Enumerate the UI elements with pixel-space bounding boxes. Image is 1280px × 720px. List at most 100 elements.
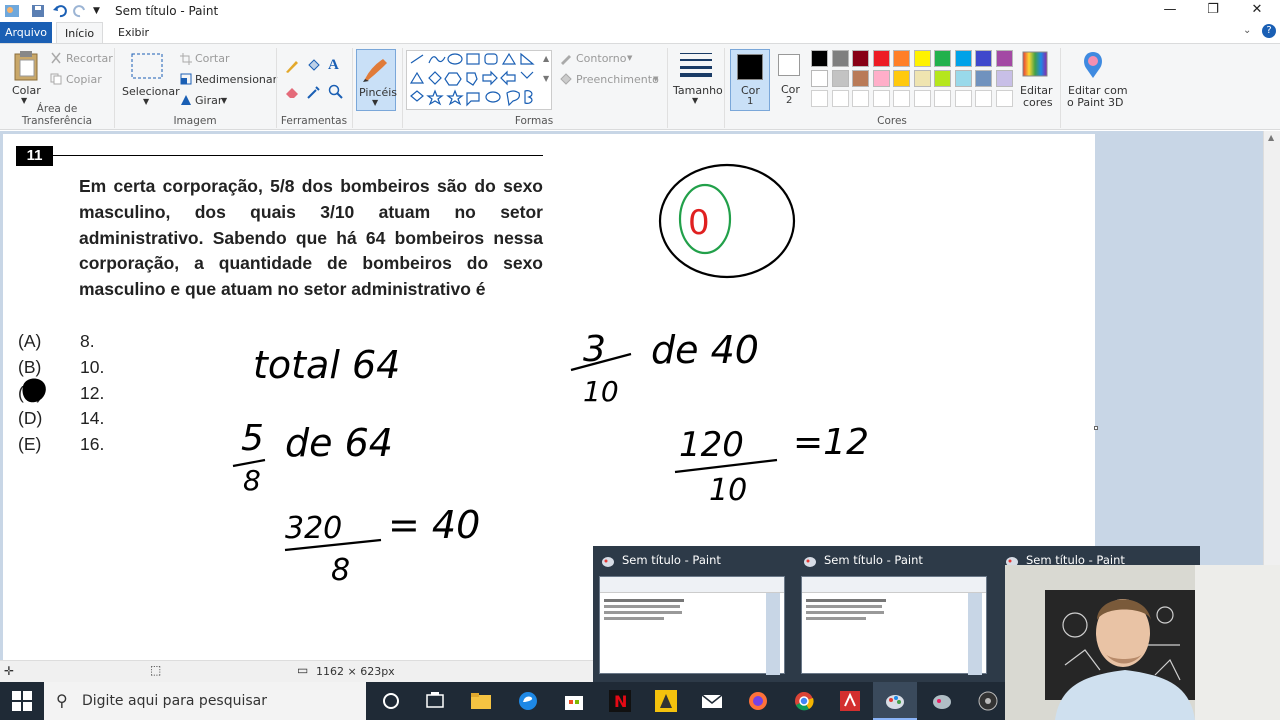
color-picker-icon[interactable] — [306, 84, 322, 103]
edit-colors-label-2[interactable]: cores — [1023, 96, 1053, 109]
palette-color-swatch[interactable] — [831, 70, 849, 87]
thumbnail-preview[interactable] — [599, 576, 785, 675]
custom-color-slot[interactable] — [893, 90, 910, 107]
custom-color-slot[interactable] — [995, 90, 1013, 107]
magnifier-icon[interactable] — [328, 84, 344, 103]
paint-taskbar-button[interactable] — [873, 682, 917, 720]
paint-3d-icon[interactable] — [931, 690, 953, 712]
palette-color-swatch[interactable] — [913, 50, 931, 67]
paint3d-icon[interactable] — [1080, 50, 1106, 83]
rotate-button[interactable]: Girar — [195, 94, 222, 107]
collapse-ribbon-icon[interactable]: ⌄ — [1243, 25, 1251, 36]
palette-color-swatch[interactable] — [954, 70, 972, 87]
edge-icon[interactable] — [517, 690, 539, 712]
thumbnail-title[interactable]: Sem título - Paint — [622, 553, 721, 567]
shapes-gallery[interactable] — [406, 50, 552, 110]
brushes-button[interactable]: Pincéis ▼ — [356, 49, 397, 111]
obs-icon[interactable] — [977, 690, 999, 712]
custom-color-slot[interactable] — [872, 90, 890, 107]
mail-icon[interactable] — [701, 690, 723, 712]
eraser-icon[interactable] — [284, 84, 300, 103]
redo-icon[interactable] — [72, 3, 88, 22]
netflix-icon[interactable]: N — [609, 690, 631, 712]
undo-icon[interactable] — [52, 3, 68, 22]
fill-button[interactable]: Preenchimento — [576, 73, 659, 86]
select-button[interactable]: Selecionar — [122, 85, 180, 98]
tab-home[interactable]: Início — [56, 22, 104, 43]
separator — [276, 48, 277, 128]
customize-quick-access-icon[interactable]: ▼ — [93, 6, 100, 16]
text-tool-icon[interactable]: A — [328, 57, 339, 74]
palette-color-swatch[interactable] — [975, 70, 992, 87]
palette-color-swatch[interactable] — [995, 50, 1013, 67]
store-icon[interactable] — [563, 690, 585, 712]
acrobat-icon[interactable] — [839, 690, 861, 712]
taskbar-search[interactable]: ⚲ Digite aqui para pesquisar — [44, 682, 366, 720]
color2-number: 2 — [786, 95, 793, 106]
window-title: Sem título - Paint — [115, 4, 219, 18]
scroll-up-icon[interactable]: ▲ — [1268, 133, 1274, 142]
paste-icon[interactable] — [12, 50, 40, 85]
palette-color-swatch[interactable] — [811, 70, 828, 87]
chrome-icon[interactable] — [793, 690, 815, 712]
palette-color-swatch[interactable] — [934, 50, 951, 67]
size-icon[interactable] — [680, 52, 712, 81]
color2-swatch[interactable] — [778, 54, 800, 76]
palette-color-swatch[interactable] — [831, 50, 849, 67]
game-app-icon[interactable] — [655, 690, 677, 712]
outer-circle — [658, 163, 796, 279]
select-dropdown-icon[interactable]: ▼ — [143, 97, 149, 106]
close-button[interactable]: ✕ — [1234, 0, 1280, 22]
palette-color-swatch[interactable] — [995, 70, 1013, 87]
file-explorer-icon[interactable] — [470, 690, 492, 712]
palette-color-swatch[interactable] — [975, 50, 992, 67]
minimize-button[interactable]: — — [1147, 0, 1193, 22]
rotate-dropdown-icon[interactable]: ▼ — [221, 96, 227, 105]
paint3d-label-2[interactable]: o Paint 3D — [1067, 96, 1123, 109]
help-icon[interactable]: ? — [1262, 24, 1276, 38]
firefox-icon[interactable] — [747, 690, 769, 712]
canvas-resize-handle[interactable] — [1094, 426, 1098, 430]
custom-color-slot[interactable] — [954, 90, 972, 107]
palette-color-swatch[interactable] — [852, 50, 869, 67]
thumbnail-title[interactable]: Sem título - Paint — [824, 553, 923, 567]
outline-button[interactable]: Contorno — [576, 52, 626, 65]
cut-button[interactable]: Recortar — [66, 52, 113, 65]
palette-color-swatch[interactable] — [852, 70, 869, 87]
tab-file[interactable]: Arquivo — [0, 22, 52, 43]
pencil-icon[interactable] — [284, 58, 300, 77]
fill-bucket-icon[interactable] — [306, 58, 322, 77]
task-view-icon[interactable] — [424, 690, 446, 712]
resize-button[interactable]: Redimensionar — [195, 73, 277, 86]
palette-color-swatch[interactable] — [893, 50, 910, 67]
color1-button[interactable]: Cor 1 — [730, 49, 770, 111]
custom-color-slot[interactable] — [975, 90, 992, 107]
custom-color-slot[interactable] — [811, 90, 828, 107]
palette-color-swatch[interactable] — [913, 70, 931, 87]
edit-colors-icon[interactable] — [1021, 50, 1049, 81]
palette-color-swatch[interactable] — [893, 70, 910, 87]
shapes-scroll-down-icon[interactable]: ▼ — [543, 74, 549, 83]
outline-dropdown-icon[interactable]: ▼ — [627, 54, 632, 62]
custom-color-slot[interactable] — [852, 90, 869, 107]
thumbnail-preview[interactable] — [801, 576, 987, 675]
select-icon[interactable] — [131, 53, 163, 82]
fill-dropdown-icon[interactable]: ▼ — [653, 75, 658, 83]
save-icon[interactable] — [30, 3, 46, 22]
maximize-button[interactable]: ❐ — [1190, 0, 1236, 22]
palette-color-swatch[interactable] — [811, 50, 828, 67]
cortana-icon[interactable] — [380, 690, 402, 712]
tab-view[interactable]: Exibir — [110, 22, 157, 43]
custom-color-slot[interactable] — [913, 90, 931, 107]
size-dropdown-icon[interactable]: ▼ — [692, 96, 698, 105]
custom-color-slot[interactable] — [934, 90, 951, 107]
palette-color-swatch[interactable] — [872, 50, 890, 67]
palette-color-swatch[interactable] — [872, 70, 890, 87]
crop-button[interactable]: Cortar — [195, 52, 230, 65]
palette-color-swatch[interactable] — [934, 70, 951, 87]
shapes-scroll-up-icon[interactable]: ▲ — [543, 54, 549, 63]
palette-color-swatch[interactable] — [954, 50, 972, 67]
windows-start-icon[interactable] — [12, 691, 34, 713]
copy-button[interactable]: Copiar — [66, 73, 102, 86]
custom-color-slot[interactable] — [831, 90, 849, 107]
